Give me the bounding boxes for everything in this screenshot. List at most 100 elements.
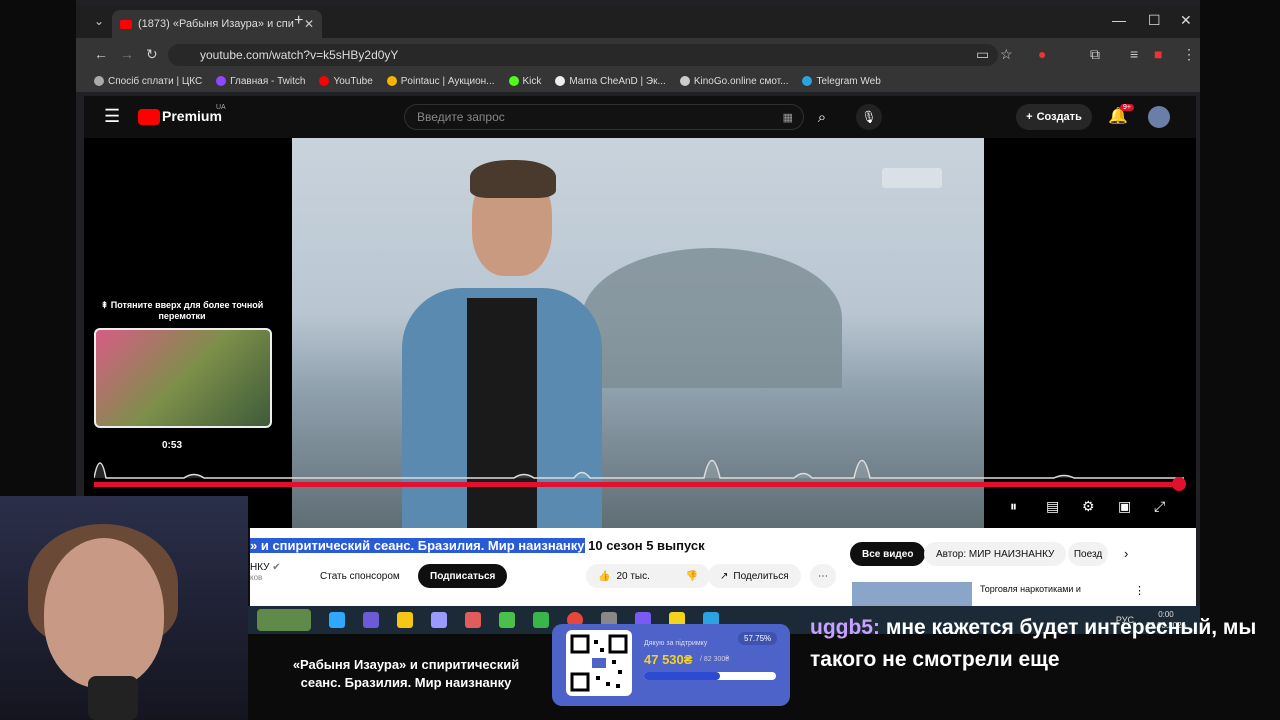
plus-icon: + xyxy=(1026,111,1033,123)
tab-search-icon[interactable]: ⌄ xyxy=(94,14,104,28)
search-placeholder: Введите запрос xyxy=(417,110,505,124)
mic-icon: 🎙 xyxy=(861,110,877,124)
qr-code xyxy=(566,630,632,696)
verified-icon: ✔ xyxy=(272,562,281,573)
donate-goal: / 82 300₴ xyxy=(700,656,730,663)
browser-tab[interactable]: (1873) «Рабыня Изаура» и спи ✕ xyxy=(112,10,322,38)
address-bar[interactable]: youtube.com/watch?v=k5sHBy2d0yY xyxy=(168,44,998,66)
share-icon: ↗ xyxy=(720,570,729,582)
subscribe-button[interactable]: Подписаться xyxy=(418,564,508,588)
qr-pattern xyxy=(570,634,628,692)
hamburger-menu-icon[interactable]: ☰ xyxy=(104,106,120,127)
donate-caption: Дякую за підтримку xyxy=(644,640,708,647)
premium-logo[interactable]: Premium xyxy=(162,108,222,124)
sponsor-button[interactable]: Стать спонсором xyxy=(308,564,412,588)
recommended-menu-icon[interactable]: ⋮ xyxy=(1134,584,1145,597)
app-icon[interactable] xyxy=(533,612,549,628)
video-player[interactable]: ⇞ Потяните вверх для более точной перемо… xyxy=(84,138,1196,528)
subtitles-icon[interactable]: ▤ xyxy=(1046,498,1059,515)
bookmark-star-icon[interactable]: ☆ xyxy=(1000,46,1013,63)
create-button[interactable]: + Создать xyxy=(1016,104,1092,130)
autoplay-toggle-icon[interactable]: ⏸ xyxy=(1010,498,1017,515)
share-button[interactable]: ↗ Поделиться xyxy=(708,564,801,588)
title-rest: 10 сезон 5 выпуск xyxy=(584,538,705,553)
keyboard-icon[interactable]: ▦ xyxy=(783,111,793,124)
widgets-icon[interactable] xyxy=(257,609,311,631)
youtube-logo-icon[interactable] xyxy=(138,109,160,125)
recommended-thumbnail[interactable] xyxy=(852,582,972,608)
new-tab-icon[interactable]: + xyxy=(294,12,303,30)
chip-all-videos[interactable]: Все видео xyxy=(850,542,926,566)
bookmark-item[interactable]: Mama CheAnD | Эк... xyxy=(555,76,666,87)
donate-amount: 47 530₴ xyxy=(644,652,693,667)
minimize-icon[interactable]: — xyxy=(1112,12,1126,28)
extension-icon[interactable]: ● xyxy=(1038,46,1046,62)
back-icon[interactable]: ← xyxy=(94,46,108,62)
donate-percent: 57.75% xyxy=(738,632,778,645)
voice-search-button[interactable]: 🎙 xyxy=(856,104,882,130)
profile-icon[interactable]: ■ xyxy=(1154,46,1162,62)
tab-title: (1873) «Рабыня Изаура» и спи xyxy=(138,18,294,30)
bookmark-item[interactable]: KinoGo.online смот... xyxy=(679,76,788,87)
avatar[interactable] xyxy=(1148,106,1170,128)
bookmark-item[interactable]: Главная - Twitch xyxy=(216,76,305,87)
cast-icon[interactable]: ▭ xyxy=(976,46,989,63)
chip-author[interactable]: Автор: МИР НАИЗНАНКУ xyxy=(924,542,1067,566)
presenter-hair xyxy=(470,160,556,198)
bookmark-item[interactable]: Telegram Web xyxy=(802,76,881,87)
reload-icon[interactable]: ↻ xyxy=(146,46,158,63)
close-tab-icon[interactable]: ✕ xyxy=(304,17,314,31)
stream-title-overlay: «Рабыня Изаура» и спиритический сеанс. Б… xyxy=(292,657,520,690)
thumbs-up-icon: 👍 xyxy=(598,570,611,582)
progress-bar[interactable] xyxy=(94,482,1184,487)
search-icon: ⌕ xyxy=(817,108,827,126)
background-mountain xyxy=(582,248,842,388)
presenter-shirt xyxy=(467,298,537,528)
search-input[interactable]: Введите запрос ▦ xyxy=(404,104,804,130)
close-window-icon[interactable]: ✕ xyxy=(1180,12,1192,29)
region-label: UA xyxy=(216,104,226,111)
chevron-right-icon[interactable]: › xyxy=(1124,546,1128,561)
tab-strip: ⌄ (1873) «Рабыня Изаура» и спи ✕ + — ☐ ✕ xyxy=(76,6,1200,38)
heatmap-graph xyxy=(94,459,1184,479)
premiere-icon[interactable] xyxy=(431,612,447,628)
scrubber-handle[interactable] xyxy=(1172,477,1186,491)
arrows-up-icon: ⇞ xyxy=(100,300,109,310)
app-icon[interactable] xyxy=(499,612,515,628)
video-info-area: » и спиритический сеанс. Бразилия. Мир н… xyxy=(250,528,1196,608)
chat-message-overlay: uggb5: мне кажется будет интересный, мы … xyxy=(810,612,1270,676)
file-explorer-icon[interactable] xyxy=(397,612,413,628)
notification-badge: 9+ xyxy=(1120,104,1134,111)
forward-icon[interactable]: → xyxy=(120,46,134,62)
bookmark-item[interactable]: Pointauc | Аукцион... xyxy=(386,76,495,87)
bookmark-item[interactable]: Kick xyxy=(508,76,541,87)
url-text: youtube.com/watch?v=k5sHBy2d0yY xyxy=(200,48,399,62)
thumbs-down-icon[interactable]: 👎 xyxy=(686,571,698,582)
photoshop-icon[interactable] xyxy=(329,612,345,628)
video-title: » и спиритический сеанс. Бразилия. Мир н… xyxy=(250,538,705,553)
fullscreen-icon[interactable]: ⤢ xyxy=(1154,498,1165,515)
settings-gear-icon[interactable]: ⚙ xyxy=(1082,498,1095,515)
bookmark-item[interactable]: Спосіб сплати | ЦКС xyxy=(94,76,202,87)
app-icon[interactable] xyxy=(363,612,379,628)
selected-title-text: » и спиритический сеанс. Бразилия. Мир н… xyxy=(250,538,585,553)
youtube-icon xyxy=(120,19,132,29)
create-label: Создать xyxy=(1036,111,1082,123)
chip-more[interactable]: Поезд xyxy=(1068,542,1108,566)
menu-dots-icon[interactable]: ⋮ xyxy=(1182,46,1196,63)
like-button[interactable]: 👍 20 тыс. 👎 xyxy=(586,564,710,588)
bookmarks-bar: Спосіб сплати | ЦКС Главная - Twitch You… xyxy=(76,70,1200,92)
bookmark-item[interactable]: YouTube xyxy=(319,76,373,87)
more-actions-icon[interactable]: ⋯ xyxy=(810,564,836,588)
chat-username: uggb5: xyxy=(810,616,880,639)
search-button[interactable]: ⌕ xyxy=(804,104,840,130)
app-icon[interactable] xyxy=(465,612,481,628)
seek-preview-thumbnail xyxy=(94,328,272,428)
recommended-title[interactable]: Торговля наркотиками и xyxy=(980,584,1081,594)
extensions-puzzle-icon[interactable]: ⧉ xyxy=(1090,46,1100,63)
maximize-icon[interactable]: ☐ xyxy=(1148,12,1161,29)
media-icon[interactable]: ≡ xyxy=(1130,46,1138,62)
miniplayer-icon[interactable]: ▣ xyxy=(1118,498,1131,515)
youtube-page: ☰ Premium UA Введите запрос ▦ ⌕ 🎙 + Созд… xyxy=(84,96,1196,608)
channel-name[interactable]: НКУ ✔ ков xyxy=(250,562,281,582)
